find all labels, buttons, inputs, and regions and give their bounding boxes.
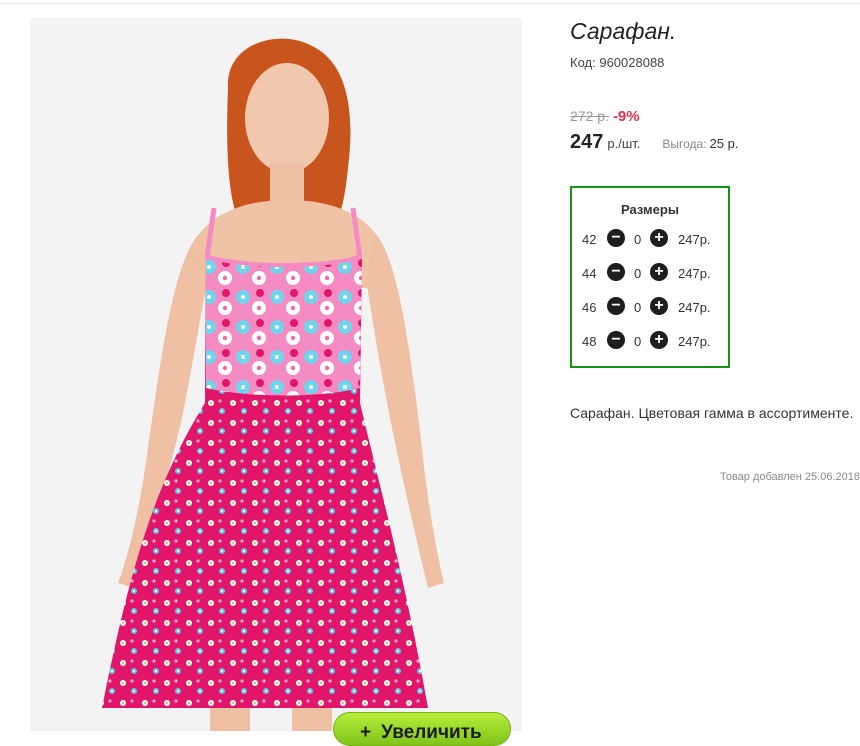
product-title: Сарафан. [570,18,677,44]
product-description: Сарафан. Цветовая гамма в ассортименте. [570,405,854,421]
zoom-button[interactable]: + Увеличить [333,712,511,746]
price-unit: р./шт. [607,136,641,151]
plus-button[interactable]: + [650,229,668,247]
savings-value: 25 р. [709,136,739,151]
size-price: 247р. [678,266,711,281]
product-illustration [30,18,522,731]
size-label: 44 [582,266,597,281]
minus-icon: − [611,263,621,280]
added-date: Товар добавлен 25.06.2018 [719,471,860,483]
size-row-42: 42 − 0 + 247р. [572,229,728,251]
size-label: 42 [582,232,597,247]
price-row: 247 р./шт. Выгода: 25 р. [570,131,738,154]
size-row-48: 48 − 0 + 247р. [572,331,728,353]
minus-button[interactable]: − [607,263,625,281]
size-price: 247р. [678,300,711,315]
discount-badge: -9% [612,108,640,125]
plus-button[interactable]: + [650,331,668,349]
minus-icon: − [611,297,621,314]
size-label: 46 [582,300,597,315]
zoom-button-label: Увеличить [381,722,482,743]
plus-icon: + [654,331,664,348]
quantity-value: 0 [634,300,642,315]
size-price: 247р. [678,232,711,247]
quantity-value: 0 [634,232,642,247]
plus-icon: + [654,263,664,280]
sizes-box: Размеры 42 − 0 + 247р. 44 − 0 + 247р. 46… [570,186,730,368]
plus-button[interactable]: + [650,263,668,281]
size-row-44: 44 − 0 + 247р. [572,263,728,285]
product-code-label: Код: [570,55,596,70]
quantity-value: 0 [634,334,642,349]
savings-label: Выгода: [662,137,707,151]
size-price: 247р. [678,334,711,349]
minus-icon: − [611,229,621,246]
minus-button[interactable]: − [607,331,625,349]
plus-icon: + [654,229,664,246]
plus-icon: + [360,722,372,743]
size-label: 48 [582,334,597,349]
minus-icon: − [611,331,621,348]
plus-icon: + [654,297,664,314]
minus-button[interactable]: − [607,297,625,315]
old-price-row: 272 р. -9% [570,108,640,125]
old-price: 272 р. [570,108,609,124]
product-photo[interactable] [30,18,522,731]
plus-button[interactable]: + [650,297,668,315]
minus-button[interactable]: − [607,229,625,247]
top-divider [0,3,860,4]
product-code: Код: 960028088 [570,55,664,70]
quantity-value: 0 [634,266,642,281]
size-row-46: 46 − 0 + 247р. [572,297,728,319]
product-code-value: 960028088 [599,55,665,70]
current-price: 247 [570,131,604,153]
sizes-title: Размеры [621,202,679,217]
